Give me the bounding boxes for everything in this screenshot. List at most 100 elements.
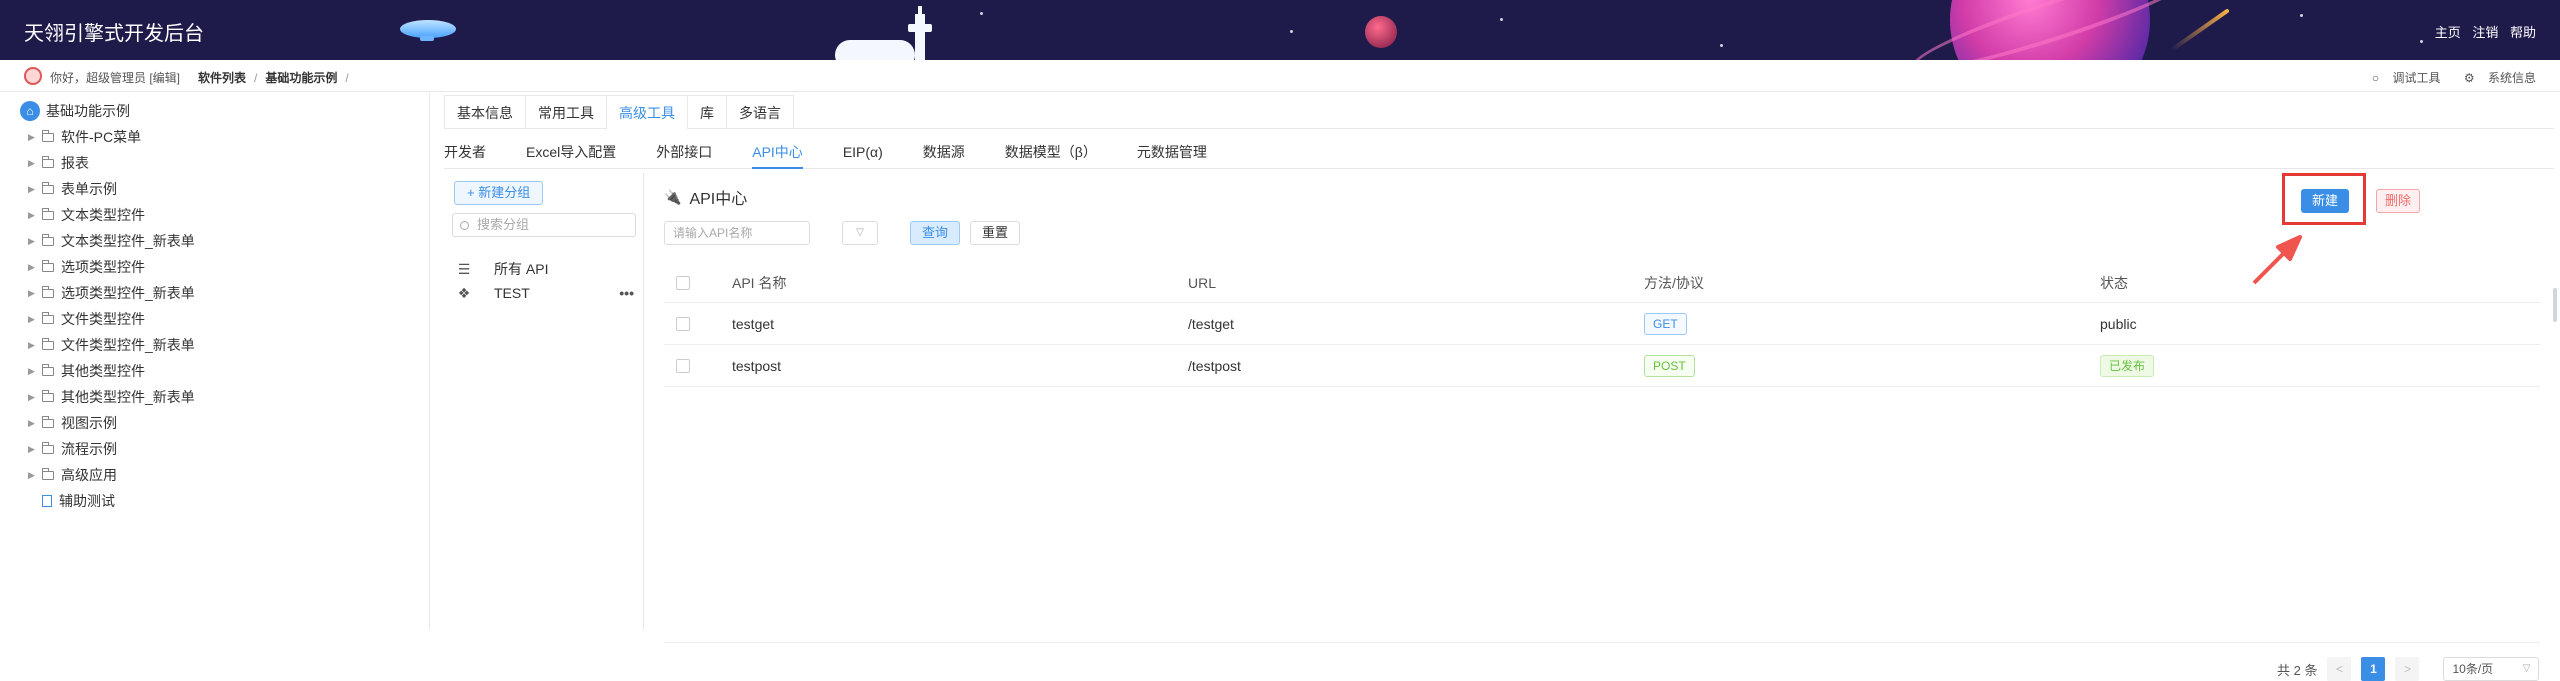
caret-right-icon[interactable]: ▶ — [28, 418, 42, 429]
caret-right-icon[interactable]: ▶ — [28, 392, 42, 403]
tree-item[interactable]: ▶ 选项类型控件_新表单 — [28, 283, 195, 303]
checkbox[interactable] — [676, 358, 690, 373]
row-checkbox[interactable] — [676, 345, 690, 386]
page-size-select[interactable]: 10条/页 ▽ — [2443, 657, 2540, 681]
folder-icon — [42, 337, 54, 350]
checkbox[interactable] — [676, 275, 690, 290]
tower-illustration — [915, 14, 925, 60]
scrollbar-thumb[interactable] — [2553, 288, 2557, 322]
breadcrumb-current-app[interactable]: 基础功能示例 — [265, 71, 337, 85]
caret-right-icon[interactable]: ▶ — [28, 132, 42, 143]
comet-illustration — [2170, 8, 2230, 52]
api-filter-select[interactable]: ▽ — [842, 221, 878, 245]
tree-item[interactable]: ▶ 文件类型控件 — [28, 309, 145, 329]
group-item-test[interactable]: ❖ TEST ••• — [454, 279, 634, 307]
next-page-button[interactable]: > — [2395, 657, 2420, 681]
primary-tabs: 基本信息 常用工具 高级工具 库 多语言 — [444, 95, 2554, 129]
caret-right-icon[interactable]: ▶ — [28, 470, 42, 481]
tab-library[interactable]: 库 — [687, 95, 727, 129]
debug-tool-label: 调试工具 — [2392, 71, 2441, 85]
api-search-input[interactable]: 请输入API名称 — [664, 221, 810, 245]
tab-datasource[interactable]: 数据源 — [923, 135, 965, 169]
caret-right-icon[interactable]: ▶ — [28, 210, 42, 221]
tree-item[interactable]: ▶ 表单示例 — [28, 179, 117, 199]
api-table: API 名称 URL 方法/协议 状态 testget /testget GET… — [664, 263, 2540, 387]
more-icon[interactable]: ••• — [619, 285, 634, 301]
tree-item-label: 文本类型控件 — [61, 207, 145, 223]
tab-multi-language[interactable]: 多语言 — [726, 95, 794, 129]
user-greeting[interactable]: 你好，超级管理员 [编辑] — [50, 69, 180, 86]
star-decoration — [2300, 14, 2303, 17]
tree-item[interactable]: ▶ 其他类型控件_新表单 — [28, 387, 195, 407]
tab-eip[interactable]: EIP(α) — [843, 135, 883, 169]
tree-item[interactable]: ▶ 软件-PC菜单 — [28, 127, 141, 147]
tree-item[interactable]: ▶ 文本类型控件 — [28, 205, 145, 225]
tree-item[interactable]: ▶ 文件类型控件_新表单 — [28, 335, 195, 355]
new-api-button[interactable]: 新建 — [2301, 189, 2349, 213]
tab-excel-import[interactable]: Excel导入配置 — [526, 135, 616, 169]
row-checkbox[interactable] — [676, 303, 690, 344]
caret-right-icon[interactable]: ▶ — [28, 236, 42, 247]
group-panel: + 新建分组 搜索分组 ☰ 所有 API ❖ TEST ••• — [444, 173, 644, 630]
api-name-cell[interactable]: testpost — [732, 345, 781, 386]
search-icon — [460, 221, 469, 230]
tree-item[interactable]: ▶ 文本类型控件_新表单 — [28, 231, 195, 251]
tab-advanced-tools[interactable]: 高级工具 — [606, 95, 688, 129]
prev-page-button[interactable]: < — [2327, 657, 2352, 681]
page-number-button[interactable]: 1 — [2361, 657, 2386, 681]
star-decoration — [2420, 40, 2423, 43]
reset-button[interactable]: 重置 — [970, 221, 1020, 245]
new-group-button[interactable]: + 新建分组 — [454, 181, 544, 205]
method-badge: GET — [1644, 312, 1687, 335]
table-row[interactable]: testpost /testpost POST 已发布 — [664, 345, 2540, 387]
tree-root-label: 基础功能示例 — [46, 103, 130, 119]
tree-item-label: 视图示例 — [61, 415, 117, 431]
blimp-gondola-illustration — [420, 36, 434, 41]
table-header-row: API 名称 URL 方法/协议 状态 — [664, 263, 2540, 303]
logout-link[interactable]: 注销 — [2472, 25, 2498, 40]
query-button[interactable]: 查询 — [910, 221, 960, 245]
system-info-link[interactable]: ⚙ 系统信息 — [2454, 71, 2536, 85]
tab-metadata[interactable]: 元数据管理 — [1137, 135, 1207, 169]
tab-data-model[interactable]: 数据模型（β） — [1005, 135, 1097, 169]
tab-developer[interactable]: 开发者 — [444, 135, 486, 169]
tree-item[interactable]: ▶ 报表 — [28, 153, 89, 173]
breadcrumb-software-list[interactable]: 软件列表 — [198, 71, 246, 85]
tree-item[interactable]: ▶ 选项类型控件 — [28, 257, 145, 277]
help-link[interactable]: 帮助 — [2510, 25, 2536, 40]
caret-right-icon[interactable]: ▶ — [28, 262, 42, 273]
caret-right-icon[interactable]: ▶ — [28, 288, 42, 299]
caret-right-icon[interactable]: ▶ — [28, 340, 42, 351]
tree-item[interactable]: ▶ 流程示例 — [28, 439, 117, 459]
tab-api-center[interactable]: API中心 — [752, 135, 803, 169]
tab-common-tools[interactable]: 常用工具 — [525, 95, 607, 129]
caret-right-icon[interactable]: ▶ — [28, 184, 42, 195]
delete-api-button[interactable]: 删除 — [2376, 189, 2420, 213]
api-name-cell[interactable]: testget — [732, 303, 774, 344]
caret-right-icon[interactable]: ▶ — [28, 314, 42, 325]
tree-item[interactable]: ▶ 其他类型控件 — [28, 361, 145, 381]
caret-right-icon[interactable]: ▶ — [28, 444, 42, 455]
tab-basic-info[interactable]: 基本信息 — [444, 95, 526, 129]
group-item-label: 所有 API — [494, 261, 549, 277]
group-search-input[interactable]: 搜索分组 — [452, 213, 636, 237]
caret-right-icon[interactable]: ▶ — [28, 158, 42, 169]
select-all-checkbox[interactable] — [676, 263, 690, 302]
star-decoration — [980, 12, 983, 15]
tab-external-interface[interactable]: 外部接口 — [656, 135, 712, 169]
checkbox[interactable] — [676, 316, 690, 331]
tree-root[interactable]: ⌂ 基础功能示例 — [20, 101, 130, 121]
column-header-method: 方法/协议 — [1644, 274, 1704, 291]
tree-item[interactable]: ▶ 视图示例 — [28, 413, 117, 433]
tree-item-label: 文本类型控件_新表单 — [61, 233, 195, 249]
tree-leaf[interactable]: 辅助测试 — [28, 491, 115, 511]
secondary-tabs: 开发者 Excel导入配置 外部接口 API中心 EIP(α) 数据源 数据模型… — [444, 135, 2554, 169]
total-count: 共 2 条 — [2277, 662, 2318, 678]
column-header-api-name: API 名称 — [732, 274, 787, 291]
tree-item[interactable]: ▶ 高级应用 — [28, 465, 117, 485]
debug-tool-link[interactable]: ○ 调试工具 — [2362, 71, 2441, 85]
folder-icon — [42, 311, 54, 324]
home-link[interactable]: 主页 — [2435, 25, 2461, 40]
caret-right-icon[interactable]: ▶ — [28, 366, 42, 377]
table-row[interactable]: testget /testget GET public — [664, 303, 2540, 345]
